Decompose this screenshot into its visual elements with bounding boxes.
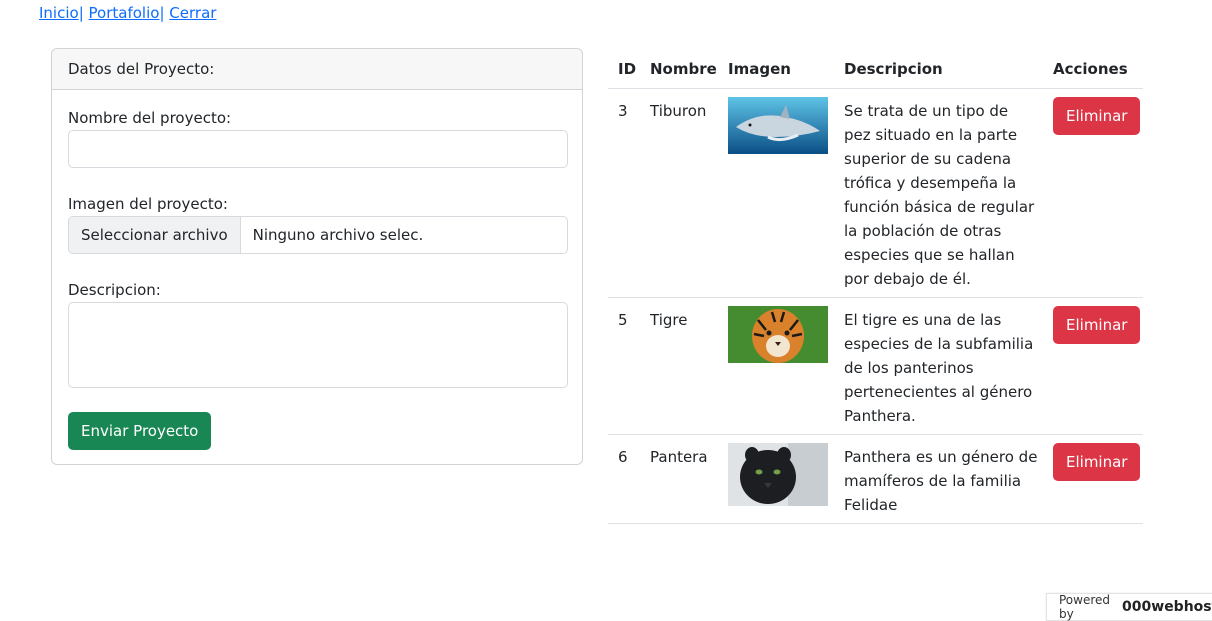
row-id: 3 <box>618 102 628 120</box>
submit-project-button[interactable]: Enviar Proyecto <box>68 412 212 450</box>
table-row: 5 Tigre El tigre es una de las especies … <box>608 298 1143 435</box>
header-acciones: Acciones <box>1053 60 1128 78</box>
description-label: Descripcion: <box>68 281 161 299</box>
row-name: Tiburon <box>650 102 707 120</box>
row-description: Panthera es un género de mamíferos de la… <box>844 448 1038 514</box>
card-header: Datos del Proyecto: <box>52 49 582 90</box>
delete-button[interactable]: Eliminar <box>1053 443 1141 481</box>
header-id: ID <box>618 60 637 78</box>
project-thumbnail <box>728 306 828 363</box>
choose-file-button[interactable]: Seleccionar archivo <box>69 217 241 253</box>
header-descripcion: Descripcion <box>844 60 943 78</box>
shark-image <box>728 97 828 154</box>
nav-link-inicio[interactable]: Inicio <box>39 4 79 22</box>
delete-button[interactable]: Eliminar <box>1053 306 1141 344</box>
nav-separator: | <box>159 4 165 22</box>
project-name-input[interactable] <box>68 130 568 168</box>
project-thumbnail <box>728 97 828 154</box>
powered-by-text: Powered by <box>1059 593 1111 621</box>
row-name: Tigre <box>650 311 688 329</box>
powered-by-brand: 000webhost <box>1122 599 1212 615</box>
nav-link-portafolio[interactable]: Portafolio <box>89 4 160 22</box>
project-image-label: Imagen del proyecto: <box>68 195 228 213</box>
table-row: 3 Tiburon Se trata de un tipo de pez sit… <box>608 89 1143 298</box>
row-id: 5 <box>618 311 628 329</box>
project-name-label: Nombre del proyecto: <box>68 109 232 127</box>
top-nav: Inicio| Portafolio| Cerrar <box>39 3 216 23</box>
delete-button[interactable]: Eliminar <box>1053 97 1141 135</box>
header-imagen: Imagen <box>728 60 791 78</box>
row-description: Se trata de un tipo de pez situado en la… <box>844 102 1035 288</box>
table-row: 6 Pantera Panthera es un género de mamíf… <box>608 435 1143 524</box>
project-thumbnail <box>728 443 828 506</box>
header-nombre: Nombre <box>650 60 717 78</box>
table-header: ID Nombre Imagen Descripcion Acciones <box>608 48 1143 89</box>
projects-table: ID Nombre Imagen Descripcion Acciones 3 … <box>608 48 1143 524</box>
powered-by-badge[interactable]: Powered by 000webhost <box>1046 593 1212 621</box>
tiger-image <box>728 306 828 363</box>
description-textarea[interactable] <box>68 302 568 388</box>
row-id: 6 <box>618 448 628 466</box>
file-status: Ninguno archivo selec. <box>252 226 424 244</box>
project-image-file-input[interactable]: Seleccionar archivo Ninguno archivo sele… <box>68 216 568 254</box>
panther-image <box>728 443 828 506</box>
nav-separator: | <box>78 4 84 22</box>
nav-link-cerrar[interactable]: Cerrar <box>169 4 216 22</box>
row-name: Pantera <box>650 448 708 466</box>
row-description: El tigre es una de las especies de la su… <box>844 311 1034 425</box>
project-form-card: Datos del Proyecto: Nombre del proyecto:… <box>51 48 583 465</box>
